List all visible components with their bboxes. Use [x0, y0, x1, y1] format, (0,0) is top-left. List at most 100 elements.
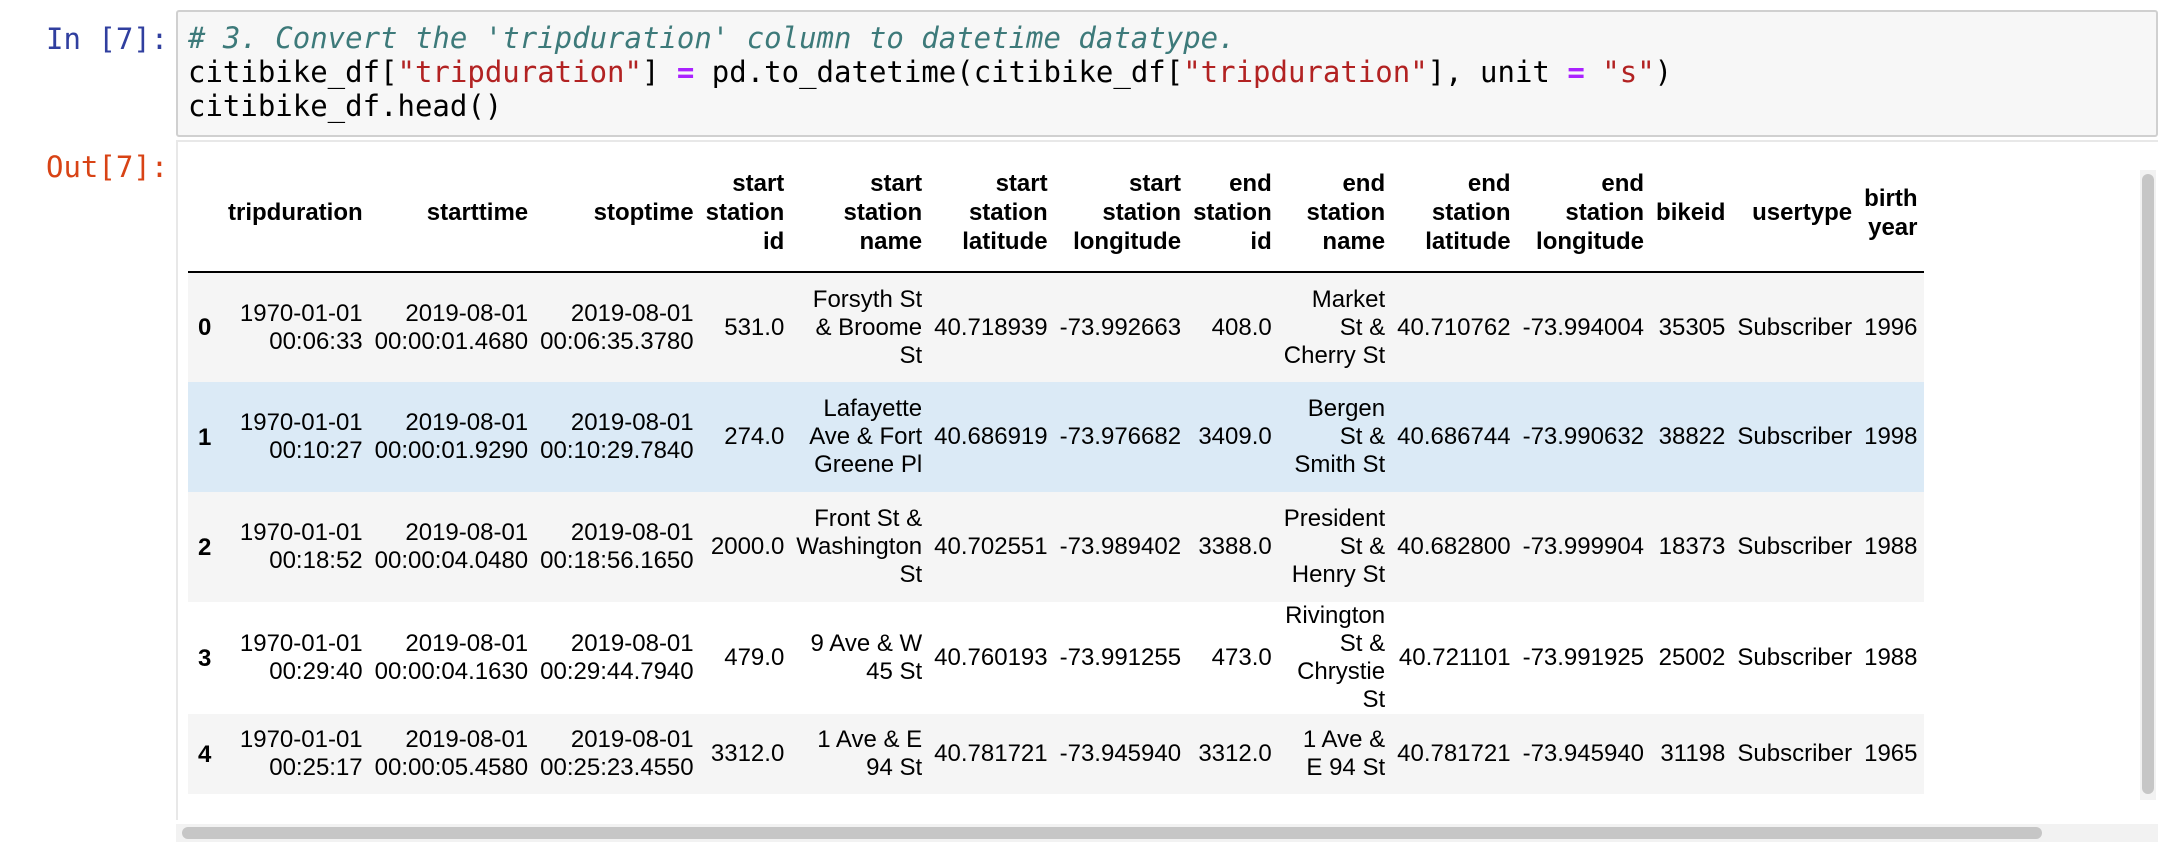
code-comment: # 3. Convert the 'tripduration' column t…	[188, 21, 1236, 55]
cell-end-station-latitude: 40.682800	[1397, 533, 1511, 560]
cell-tripduration: 1970-01-01 00:29:40	[239, 630, 363, 685]
row-index: 2	[198, 533, 212, 561]
cell-end-station-name: Bergen St & Smith St	[1294, 395, 1386, 478]
vertical-scrollbar-thumb[interactable]	[2142, 174, 2154, 794]
column-header: start station latitude	[928, 154, 1054, 273]
cell-stoptime: 2019-08-01 00:10:29.7840	[540, 409, 694, 464]
cell-end-station-name: Market St & Cherry St	[1283, 285, 1386, 369]
cell-bikeid: 31198	[1660, 740, 1726, 767]
dataframe-table: tripduration starttime stoptime start st…	[188, 154, 1924, 794]
cell-start-station-longitude: -73.989402	[1059, 533, 1182, 560]
cell-end-station-latitude: 40.710762	[1397, 313, 1511, 341]
cell-tripduration: 1970-01-01 00:06:33	[239, 299, 363, 355]
code-cell-editor[interactable]: # 3. Convert the 'tripduration' column t…	[176, 10, 2158, 137]
cell-start-station-name: Forsyth St & Broome St	[812, 285, 923, 369]
code-token: )	[1654, 55, 1673, 89]
code-line-3: citibike_df.head()	[188, 89, 503, 123]
table-row: 4 1970-01-01 00:25:17 2019-08-01 00:00:0…	[188, 714, 1924, 794]
row-index: 3	[198, 644, 212, 672]
cell-start-station-name: 1 Ave & E 94 St	[817, 726, 923, 781]
cell-stoptime: 2019-08-01 00:06:35.3780	[540, 299, 694, 355]
cell-start-station-id: 3312.0	[710, 740, 785, 767]
table-header-row: tripduration starttime stoptime start st…	[188, 154, 1924, 273]
column-header: end station latitude	[1391, 154, 1517, 273]
cell-start-station-name: Front St & Washington St	[796, 505, 923, 588]
cell-start-station-latitude: 40.702551	[934, 533, 1048, 560]
cell-start-station-latitude: 40.718939	[934, 313, 1048, 341]
cell-bikeid: 25002	[1658, 644, 1726, 671]
cell-start-station-longitude: -73.992663	[1059, 313, 1182, 341]
output-area: tripduration starttime stoptime start st…	[176, 140, 2158, 850]
table-row: 2 1970-01-01 00:18:52 2019-08-01 00:00:0…	[188, 492, 1924, 602]
code-token: ], unit	[1427, 55, 1568, 89]
cell-start-station-id: 531.0	[724, 313, 785, 341]
column-header: end station id	[1187, 154, 1278, 273]
column-header: tripduration	[222, 154, 369, 273]
cell-end-station-longitude: -73.990632	[1522, 423, 1645, 450]
cell-end-station-id: 473.0	[1211, 644, 1272, 671]
cell-end-station-id: 408.0	[1211, 313, 1272, 341]
cell-birth-year: 1988	[1864, 644, 1918, 671]
cell-end-station-latitude: 40.721101	[1398, 644, 1511, 671]
code-string: "s"	[1602, 55, 1655, 89]
cell-bikeid: 38822	[1658, 423, 1726, 450]
column-header: starttime	[368, 154, 535, 273]
cell-starttime: 2019-08-01 00:00:05.4580	[374, 726, 529, 781]
cell-birth-year: 1988	[1864, 533, 1918, 560]
column-header-index	[188, 154, 222, 273]
cell-usertype: Subscriber	[1737, 423, 1853, 450]
column-header: usertype	[1731, 154, 1859, 273]
cell-starttime: 2019-08-01 00:00:01.9290	[374, 409, 529, 464]
cell-end-station-longitude: -73.991925	[1522, 644, 1645, 671]
column-header: bikeid	[1650, 154, 1732, 273]
cell-end-station-name: President St & Henry St	[1283, 505, 1386, 588]
output-prompt: Out[7]:	[46, 150, 169, 184]
cell-starttime: 2019-08-01 00:00:01.4680	[374, 299, 529, 355]
cell-stoptime: 2019-08-01 00:29:44.7940	[540, 630, 694, 685]
row-index: 4	[198, 740, 212, 768]
cell-start-station-id: 274.0	[724, 423, 785, 450]
cell-start-station-latitude: 40.686919	[934, 423, 1048, 450]
cell-birth-year: 1965	[1864, 740, 1918, 767]
row-index: 1	[198, 423, 212, 451]
cell-start-station-name: Lafayette Ave & Fort Greene Pl	[809, 395, 923, 478]
code-operator: =	[676, 55, 695, 89]
cell-usertype: Subscriber	[1737, 533, 1853, 560]
cell-tripduration: 1970-01-01 00:18:52	[239, 519, 363, 574]
code-string: "tripduration"	[1183, 55, 1428, 89]
cell-bikeid: 35305	[1658, 313, 1726, 341]
cell-end-station-name: Rivington St & Chrystie St	[1285, 602, 1386, 713]
code-token: citibike_df[	[188, 55, 398, 89]
code-token: pd.to_datetime(citibike_df[	[694, 55, 1184, 89]
cell-birth-year: 1996	[1864, 313, 1918, 341]
cell-end-station-latitude: 40.781721	[1397, 740, 1511, 767]
code-line-2: citibike_df[ "tripduration"] = pd.to_date…	[188, 55, 2146, 89]
cell-end-station-longitude: -73.999904	[1522, 533, 1645, 560]
table-row: 1 1970-01-01 00:10:27 2019-08-01 00:00:0…	[188, 382, 1924, 492]
cell-usertype: Subscriber	[1737, 313, 1853, 341]
cell-end-station-name: 1 Ave & E 94 St	[1302, 726, 1386, 781]
cell-end-station-longitude: -73.945940	[1522, 740, 1645, 767]
cell-start-station-latitude: 40.760193	[934, 644, 1048, 671]
code-operator: =	[1567, 55, 1585, 89]
cell-start-station-longitude: -73.991255	[1059, 644, 1182, 671]
cell-starttime: 2019-08-01 00:00:04.1630	[374, 630, 529, 685]
input-prompt: In [7]:	[46, 22, 169, 56]
code-token: ]	[641, 55, 677, 89]
cell-end-station-longitude: -73.994004	[1522, 313, 1645, 341]
table-row: 3 1970-01-01 00:29:40 2019-08-01 00:00:0…	[188, 602, 1924, 714]
cell-birth-year: 1998	[1864, 423, 1918, 450]
column-header: birth year	[1858, 154, 1924, 273]
column-header: start station id	[699, 154, 791, 273]
horizontal-scrollbar-thumb[interactable]	[182, 827, 2042, 839]
cell-start-station-id: 2000.0	[710, 533, 785, 560]
cell-start-station-longitude: -73.976682	[1059, 423, 1182, 450]
column-header: start station name	[790, 154, 929, 273]
cell-stoptime: 2019-08-01 00:25:23.4550	[540, 726, 694, 781]
column-header: stoptime	[534, 154, 700, 273]
cell-tripduration: 1970-01-01 00:10:27	[239, 409, 363, 464]
cell-bikeid: 18373	[1658, 533, 1726, 560]
cell-stoptime: 2019-08-01 00:18:56.1650	[540, 519, 694, 574]
cell-tripduration: 1970-01-01 00:25:17	[239, 726, 363, 781]
